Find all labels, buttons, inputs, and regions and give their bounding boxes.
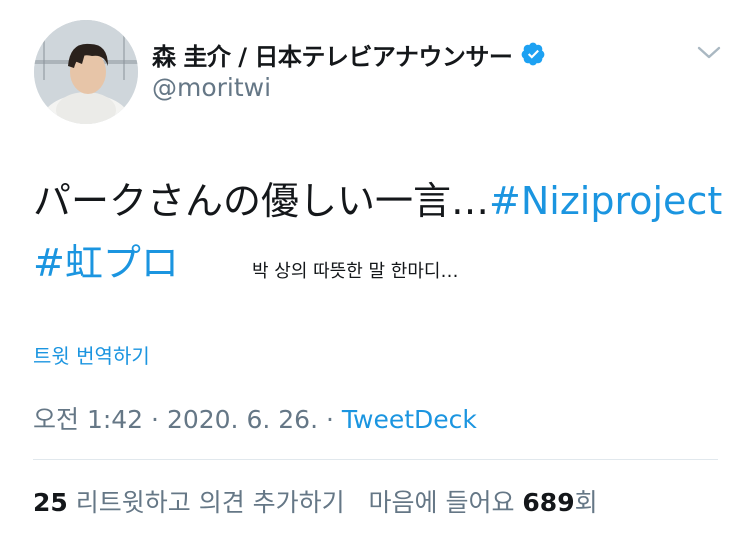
tweet-source-link[interactable]: TweetDeck: [342, 405, 477, 434]
retweets-label: 리트윗하고 의견 추가하기: [75, 488, 345, 517]
verified-badge-icon: [520, 41, 546, 67]
tweet-meta: 오전 1:42 · 2020. 6. 26. · TweetDeck: [33, 400, 477, 436]
tweet-line-1: パークさんの優しい一言…#Niziproject: [33, 170, 733, 232]
chevron-down-icon[interactable]: [694, 40, 724, 66]
tweet-time[interactable]: 오전 1:42: [33, 405, 143, 434]
tweet-body-text: パークさんの優しい一言…: [33, 179, 490, 223]
meta-separator: ·: [143, 405, 167, 434]
avatar[interactable]: [34, 20, 138, 124]
hashtag-nijipro[interactable]: #虹プロ: [33, 241, 179, 285]
likes-stat[interactable]: 마음에 들어요 689회: [369, 488, 598, 517]
likes-count: 689: [522, 488, 575, 517]
overlay-caption: 박 상의 따뜻한 말 한마디…: [252, 261, 459, 282]
tweet-date[interactable]: 2020. 6. 26.: [167, 405, 318, 434]
avatar-photo: [34, 20, 138, 124]
translate-tweet-link[interactable]: 트윗 번역하기: [33, 340, 150, 369]
author-row: 森 圭介 / 日本テレビアナウンサー: [152, 36, 546, 72]
likes-prefix: 마음에 들어요: [368, 488, 515, 517]
likes-suffix: 회: [574, 488, 598, 517]
retweets-count: 25: [33, 488, 68, 517]
retweets-stat[interactable]: 25 리트윗하고 의견 추가하기: [33, 488, 345, 517]
divider: [33, 459, 718, 460]
meta-separator: ·: [318, 405, 342, 434]
handle[interactable]: @moritwi: [152, 73, 271, 102]
tweet-stats: 25 리트윗하고 의견 추가하기 마음에 들어요 689회: [33, 483, 598, 519]
hashtag-niziproject[interactable]: #Niziproject: [489, 179, 722, 223]
display-name[interactable]: 森 圭介 / 日本テレビアナウンサー: [152, 37, 513, 72]
